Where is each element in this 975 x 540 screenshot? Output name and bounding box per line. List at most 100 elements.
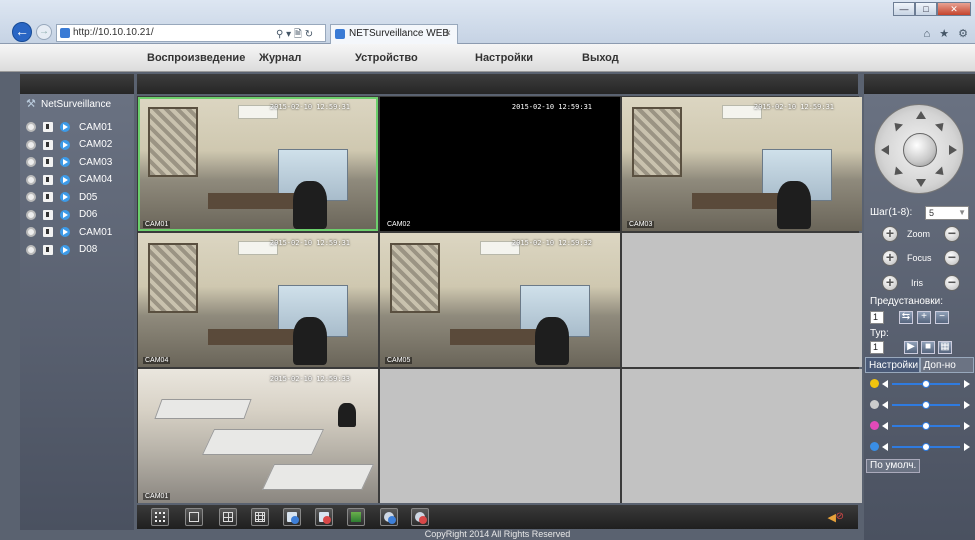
layout-9-button[interactable] bbox=[251, 508, 269, 526]
contrast-slider[interactable] bbox=[870, 399, 970, 411]
stream-icon[interactable] bbox=[43, 227, 53, 237]
minimize-button[interactable]: — bbox=[893, 2, 915, 16]
snapshot-button[interactable] bbox=[347, 508, 365, 526]
focus-near-button[interactable]: + bbox=[882, 250, 898, 266]
stream-icon[interactable] bbox=[43, 192, 53, 202]
slider-knob[interactable] bbox=[922, 443, 930, 451]
menu-playback[interactable]: Воспроизведение bbox=[147, 52, 245, 64]
menu-device[interactable]: Устройство bbox=[355, 52, 418, 64]
ptz-direction-pad[interactable] bbox=[874, 104, 964, 194]
slider-increase-icon[interactable] bbox=[964, 380, 970, 388]
mute-icon[interactable]: ⊘ bbox=[836, 511, 844, 522]
record-icon[interactable] bbox=[26, 122, 36, 132]
camera-row[interactable]: D06 bbox=[26, 208, 97, 222]
stream-icon[interactable] bbox=[43, 244, 53, 255]
video-cell[interactable]: 2015-02-10 12:59:31 CAM03 bbox=[622, 97, 862, 231]
slider-increase-icon[interactable] bbox=[964, 422, 970, 430]
record-icon[interactable] bbox=[26, 227, 36, 237]
play-icon[interactable] bbox=[60, 139, 70, 150]
fullscreen-button[interactable] bbox=[151, 508, 169, 526]
browser-toolbar-icons[interactable]: ⌂ ★ ⚙ bbox=[924, 27, 971, 40]
tour-grid-button[interactable]: ▦ bbox=[938, 341, 952, 354]
slider-decrease-icon[interactable] bbox=[882, 380, 888, 388]
ptz-down-right-icon[interactable] bbox=[934, 166, 948, 179]
back-button[interactable]: ← bbox=[12, 22, 32, 42]
record-icon[interactable] bbox=[26, 157, 36, 167]
tour-start-button[interactable]: ▶ bbox=[904, 341, 918, 354]
video-cell[interactable]: 2015-02-10 12:59:31 CAM02 bbox=[380, 97, 620, 231]
ptz-down-icon[interactable] bbox=[916, 179, 926, 187]
play-icon[interactable] bbox=[60, 244, 70, 255]
stream-icon[interactable] bbox=[43, 209, 53, 220]
layout-4-button[interactable] bbox=[219, 508, 237, 526]
camera-row[interactable]: D05 bbox=[26, 190, 97, 204]
preset-goto-button[interactable]: ⇆ bbox=[899, 311, 913, 324]
play-icon[interactable] bbox=[60, 227, 70, 237]
tab-extra[interactable]: Доп-но bbox=[919, 357, 974, 373]
camera-row[interactable]: D08 bbox=[26, 243, 97, 257]
layout-1-button[interactable] bbox=[185, 508, 203, 526]
close-window-button[interactable]: ✕ bbox=[937, 2, 971, 16]
video-cell-empty[interactable] bbox=[622, 369, 862, 503]
ptz-up-right-icon[interactable] bbox=[934, 119, 948, 132]
ptz-left-icon[interactable] bbox=[881, 145, 889, 155]
video-cell-empty[interactable] bbox=[622, 233, 862, 367]
record-icon[interactable] bbox=[26, 244, 36, 255]
focus-far-button[interactable]: − bbox=[944, 250, 960, 266]
tour-input[interactable]: 1 bbox=[870, 341, 884, 354]
slider-knob[interactable] bbox=[922, 422, 930, 430]
forward-button[interactable]: → bbox=[36, 24, 52, 40]
tree-root[interactable]: ⚒ NetSurveillance bbox=[26, 98, 111, 110]
play-icon[interactable] bbox=[60, 209, 70, 220]
stop-record-button[interactable] bbox=[315, 508, 333, 526]
video-cell[interactable]: 2015-02-10 12:59:31 CAM01 bbox=[138, 97, 378, 231]
tab-close-icon[interactable]: × bbox=[445, 25, 451, 43]
default-button[interactable]: По умолч. bbox=[866, 459, 921, 473]
tour-stop-button[interactable]: ■ bbox=[921, 341, 935, 354]
browser-tab[interactable]: NETSurveillance WEB × bbox=[330, 24, 458, 44]
stream-icon[interactable] bbox=[43, 157, 53, 167]
preset-delete-button[interactable]: − bbox=[935, 311, 949, 324]
slider-increase-icon[interactable] bbox=[964, 443, 970, 451]
brightness-slider[interactable] bbox=[870, 378, 970, 390]
camera-row[interactable]: CAM01 bbox=[26, 225, 112, 239]
slider-decrease-icon[interactable] bbox=[882, 443, 888, 451]
menu-settings[interactable]: Настройки bbox=[475, 52, 533, 64]
maximize-button[interactable]: □ bbox=[915, 2, 937, 16]
record-all-button[interactable] bbox=[283, 508, 301, 526]
video-cell[interactable]: 2015-02-10 12:59:31 CAM04 bbox=[138, 233, 378, 367]
talk-button[interactable] bbox=[380, 508, 398, 526]
play-icon[interactable] bbox=[60, 174, 70, 185]
slider-increase-icon[interactable] bbox=[964, 401, 970, 409]
ptz-right-icon[interactable] bbox=[949, 145, 957, 155]
slider-decrease-icon[interactable] bbox=[882, 422, 888, 430]
stream-icon[interactable] bbox=[43, 174, 53, 185]
step-select[interactable]: 5 ▼ bbox=[925, 206, 969, 220]
ptz-up-icon[interactable] bbox=[916, 111, 926, 119]
play-icon[interactable] bbox=[60, 157, 70, 167]
video-cell[interactable]: 2015-02-10 12:59:33 CAM01 bbox=[138, 369, 378, 503]
menu-exit[interactable]: Выход bbox=[582, 52, 619, 64]
iris-close-button[interactable]: − bbox=[944, 275, 960, 291]
camera-row[interactable]: CAM03 bbox=[26, 155, 112, 169]
ptz-up-left-icon[interactable] bbox=[890, 119, 904, 132]
tab-settings[interactable]: Настройки bbox=[865, 357, 920, 373]
preset-input[interactable]: 1 bbox=[870, 311, 884, 324]
saturation-slider[interactable] bbox=[870, 420, 970, 432]
stop-talk-button[interactable] bbox=[411, 508, 429, 526]
ptz-down-left-icon[interactable] bbox=[890, 166, 904, 179]
record-icon[interactable] bbox=[26, 192, 36, 202]
video-cell[interactable]: 2015-02-10 12:59:32 CAM05 bbox=[380, 233, 620, 367]
slider-decrease-icon[interactable] bbox=[882, 401, 888, 409]
address-tools[interactable]: ⚲ ▾ 🗎 ↻ bbox=[276, 27, 313, 44]
record-icon[interactable] bbox=[26, 209, 36, 220]
record-icon[interactable] bbox=[26, 174, 36, 185]
hue-slider[interactable] bbox=[870, 441, 970, 453]
stream-icon[interactable] bbox=[43, 122, 53, 132]
stream-icon[interactable] bbox=[43, 139, 53, 150]
zoom-out-button[interactable]: − bbox=[944, 226, 960, 242]
record-icon[interactable] bbox=[26, 139, 36, 150]
preset-add-button[interactable]: + bbox=[917, 311, 931, 324]
ptz-center-button[interactable] bbox=[903, 133, 937, 167]
camera-row[interactable]: CAM02 bbox=[26, 138, 112, 152]
